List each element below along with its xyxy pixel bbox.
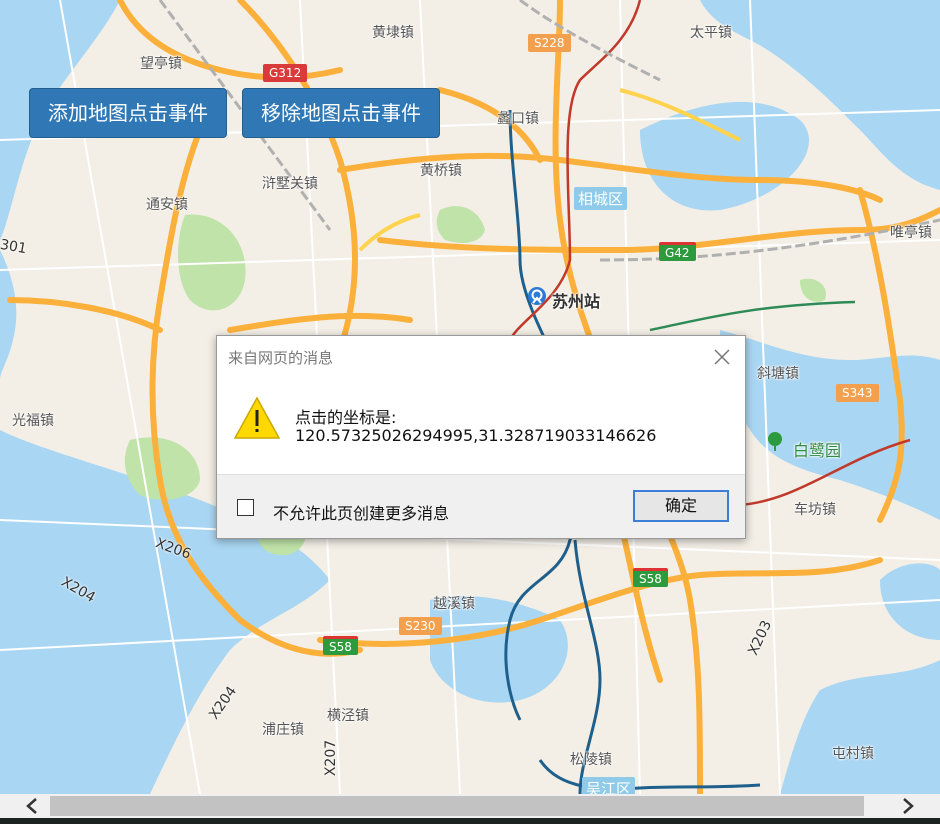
- road-shield: S228: [528, 34, 571, 52]
- place-label: 浒墅关镇: [262, 176, 318, 192]
- remove-map-click-event-button[interactable]: 移除地图点击事件: [242, 88, 440, 138]
- road-label: X207: [323, 739, 340, 777]
- chevron-left-icon[interactable]: [0, 794, 50, 818]
- scrollbar-thumb[interactable]: [50, 796, 864, 816]
- chevron-right-icon[interactable]: [890, 794, 940, 818]
- place-label: 黄桥镇: [420, 163, 462, 179]
- place-label: 浦庄镇: [262, 722, 304, 738]
- station-label: 苏州站: [552, 292, 601, 311]
- warning-icon: [233, 394, 281, 446]
- place-label: 斜塘镇: [757, 366, 799, 382]
- district-label-xiangcheng: 相城区: [574, 187, 628, 210]
- horizontal-scrollbar[interactable]: [0, 794, 940, 818]
- place-label: 唯亭镇: [890, 225, 932, 241]
- place-label: 越溪镇: [433, 596, 475, 612]
- place-label: 蠡口镇: [497, 111, 539, 127]
- suppress-dialogs-label[interactable]: 不允许此页创建更多消息: [273, 500, 449, 524]
- place-label: 太平镇: [690, 25, 732, 41]
- road-shield: G42: [659, 242, 696, 261]
- dialog-footer: 不允许此页创建更多消息 确定: [217, 474, 745, 538]
- place-label: 望亭镇: [140, 56, 182, 72]
- dialog-message-coordinates: 120.57325026294995,31.328719033146626: [295, 426, 657, 445]
- park-label: 白鹭园: [793, 441, 842, 460]
- place-label: 通安镇: [146, 197, 188, 213]
- dialog-message-label: 点击的坐标是:: [295, 408, 397, 427]
- place-label: 黄埭镇: [372, 25, 414, 41]
- road-shield: S343: [836, 384, 879, 402]
- dialog-title: 来自网页的消息: [228, 349, 334, 367]
- road-shield: S58: [633, 568, 668, 587]
- place-label: 屯村镇: [832, 746, 874, 762]
- suppress-dialogs-checkbox[interactable]: [237, 499, 254, 516]
- road-shield: G312: [263, 64, 308, 82]
- place-label: 车坊镇: [794, 502, 836, 518]
- ok-button[interactable]: 确定: [633, 490, 729, 522]
- place-label: 光福镇: [12, 413, 54, 429]
- road-shield: S58: [323, 636, 358, 655]
- dialog-body: 点击的坐标是: 120.57325026294995,31.3287190331…: [217, 382, 745, 474]
- place-label: 松陵镇: [570, 752, 612, 768]
- place-label: 横泾镇: [327, 708, 369, 724]
- add-map-click-event-button[interactable]: 添加地图点击事件: [29, 88, 227, 138]
- road-shield: S230: [399, 617, 442, 635]
- bottom-strip: [0, 818, 940, 824]
- close-icon[interactable]: [713, 348, 731, 366]
- district-label-wujiang: 吴江区: [582, 777, 636, 794]
- alert-dialog: 来自网页的消息 点击的坐标是: 120.57325026294995,31.32…: [216, 335, 746, 539]
